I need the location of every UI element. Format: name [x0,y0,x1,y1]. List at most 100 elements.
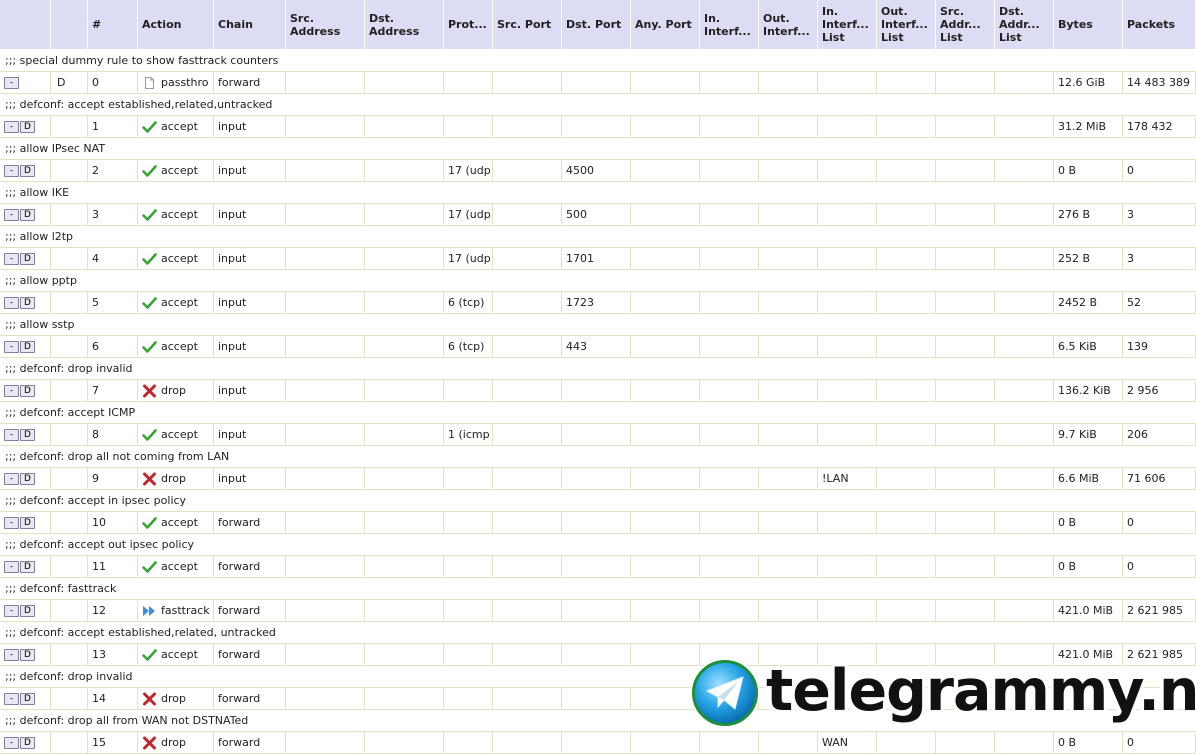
rule-row[interactable]: - D 4 accept input 17 (udp 1701 252 B3 [0,248,1196,270]
disable-rule-button[interactable]: D [20,385,35,397]
rule-row[interactable]: - D 9 drop input !LAN 6.6 MiB 71 606 [0,468,1196,490]
remove-rule-button[interactable]: - [4,165,19,177]
header-src-address[interactable]: Src. Address [286,0,365,50]
rule-in-interface-list: !LAN [818,468,877,490]
rule-comment-row[interactable]: ;;; allow l2tp [0,226,1196,248]
header-in-interface[interactable]: In. Interf... [700,0,759,50]
rule-action-cell[interactable]: drop [138,468,214,490]
disable-rule-button[interactable]: D [20,165,35,177]
rule-action-cell[interactable]: accept [138,116,214,138]
remove-rule-button[interactable]: - [4,385,19,397]
remove-rule-button[interactable]: - [4,77,19,89]
header-action[interactable]: Action [138,0,214,50]
rule-action-cell[interactable]: accept [138,644,214,666]
rule-action-cell[interactable]: drop [138,380,214,402]
disable-rule-button[interactable]: D [20,341,35,353]
rule-comment: ;;; defconf: accept in ipsec policy [0,490,1196,512]
remove-rule-button[interactable]: - [4,605,19,617]
rule-out-interface [759,468,818,490]
rule-action-cell[interactable]: drop [138,732,214,754]
disable-rule-button[interactable]: D [20,737,35,749]
rule-bytes: 9.7 KiB [1054,424,1123,446]
disable-rule-button[interactable]: D [20,561,35,573]
rule-comment-row[interactable]: ;;; allow sstp [0,314,1196,336]
remove-rule-button[interactable]: - [4,341,19,353]
header-out-interface-list[interactable]: Out. Interf... List [877,0,936,50]
rule-row[interactable]: - D 0 passthro forward 12.6 GiB 14 483 389 [0,72,1196,94]
rule-action-cell[interactable]: accept [138,160,214,182]
rule-action-cell[interactable]: accept [138,556,214,578]
rule-action-cell[interactable]: accept [138,512,214,534]
rule-comment-row[interactable]: ;;; defconf: fasttrack [0,578,1196,600]
header-src-port[interactable]: Src. Port [493,0,562,50]
remove-rule-button[interactable]: - [4,561,19,573]
rule-comment-row[interactable]: ;;; defconf: drop invalid [0,358,1196,380]
header-flags[interactable] [51,0,88,50]
header-dst-port[interactable]: Dst. Port [562,0,631,50]
remove-rule-button[interactable]: - [4,429,19,441]
disable-rule-button[interactable]: D [20,297,35,309]
rule-comment-row[interactable]: ;;; allow pptp [0,270,1196,292]
rule-comment-row[interactable]: ;;; defconf: accept established,related,… [0,622,1196,644]
rule-action-cell[interactable]: accept [138,248,214,270]
rule-comment-row[interactable]: ;;; allow IKE [0,182,1196,204]
header-protocol[interactable]: Prot... [444,0,493,50]
rule-row[interactable]: - D 5 accept input 6 (tcp) 1723 2452 B 52 [0,292,1196,314]
disable-rule-button[interactable]: D [20,605,35,617]
rule-row[interactable]: - D 15 drop forward WAN 0 B0 [0,732,1196,754]
header-packets[interactable]: Packets [1123,0,1196,50]
disable-rule-button[interactable]: D [20,209,35,221]
rule-row[interactable]: - D 11 accept forward 0 B0 [0,556,1196,578]
rule-row[interactable]: - D 10 accept forward 0 B0 [0,512,1196,534]
rule-row[interactable]: - D 8 accept input 1 (icmp 9.7 KiB 206 [0,424,1196,446]
rule-in-interface-list: WAN [818,732,877,754]
header-bytes[interactable]: Bytes [1054,0,1123,50]
rule-action-cell[interactable]: accept [138,204,214,226]
rule-action-cell[interactable]: drop [138,688,214,710]
disable-rule-button[interactable]: D [20,429,35,441]
disable-rule-button[interactable]: D [20,649,35,661]
rule-row[interactable]: - D 3 accept input 17 (udp 500 276 B3 [0,204,1196,226]
rule-comment-row[interactable]: ;;; defconf: accept in ipsec policy [0,490,1196,512]
rule-comment-row[interactable]: ;;; defconf: accept established,related,… [0,94,1196,116]
remove-rule-button[interactable]: - [4,209,19,221]
remove-rule-button[interactable]: - [4,253,19,265]
remove-rule-button[interactable]: - [4,737,19,749]
remove-rule-button[interactable]: - [4,121,19,133]
rule-action-cell[interactable]: accept [138,424,214,446]
header-any-port[interactable]: Any. Port [631,0,700,50]
remove-rule-button[interactable]: - [4,473,19,485]
rule-action-cell[interactable]: accept [138,336,214,358]
remove-rule-button[interactable]: - [4,517,19,529]
disable-rule-button[interactable]: D [20,693,35,705]
header-in-interface-list[interactable]: In. Interf... List [818,0,877,50]
remove-rule-button[interactable]: - [4,649,19,661]
disable-rule-button[interactable]: D [20,253,35,265]
header-number[interactable]: # [88,0,138,50]
disable-rule-button[interactable]: D [20,517,35,529]
header-out-interface[interactable]: Out. Interf... [759,0,818,50]
remove-rule-button[interactable]: - [4,693,19,705]
rule-row[interactable]: - D 6 accept input 6 (tcp) 443 6.5 KiB 139 [0,336,1196,358]
rule-action-cell[interactable]: fasttrack [138,600,214,622]
rule-row[interactable]: - D 7 drop input 136.2 KiB 2 956 [0,380,1196,402]
rule-action-cell[interactable]: accept [138,292,214,314]
remove-rule-button[interactable]: - [4,297,19,309]
header-dst-address[interactable]: Dst. Address [365,0,444,50]
disable-rule-button[interactable]: D [20,121,35,133]
header-chain[interactable]: Chain [214,0,286,50]
rule-comment-row[interactable]: ;;; defconf: accept ICMP [0,402,1196,424]
header-dst-address-list[interactable]: Dst. Addr... List [995,0,1054,50]
header-src-address-list[interactable]: Src. Addr... List [936,0,995,50]
rule-row[interactable]: - D 12 fasttrack forward 421.0 MiB 2 621 985 [0,600,1196,622]
header-select[interactable] [0,0,51,50]
rule-row[interactable]: - D 1 accept input 31.2 MiB 178 432 [0,116,1196,138]
rule-row[interactable]: - D 2 accept input 17 (udp 4500 0 B0 [0,160,1196,182]
rule-comment-row[interactable]: ;;; allow IPsec NAT [0,138,1196,160]
disable-rule-button[interactable]: D [20,473,35,485]
rule-comment-row[interactable]: ;;; defconf: drop all not coming from LA… [0,446,1196,468]
rule-comment-row[interactable]: ;;; defconf: accept out ipsec policy [0,534,1196,556]
rule-comment-row[interactable]: ;;; special dummy rule to show fasttrack… [0,50,1196,72]
rule-action-cell[interactable]: passthro [138,72,214,94]
rule-dst-port [562,380,631,402]
